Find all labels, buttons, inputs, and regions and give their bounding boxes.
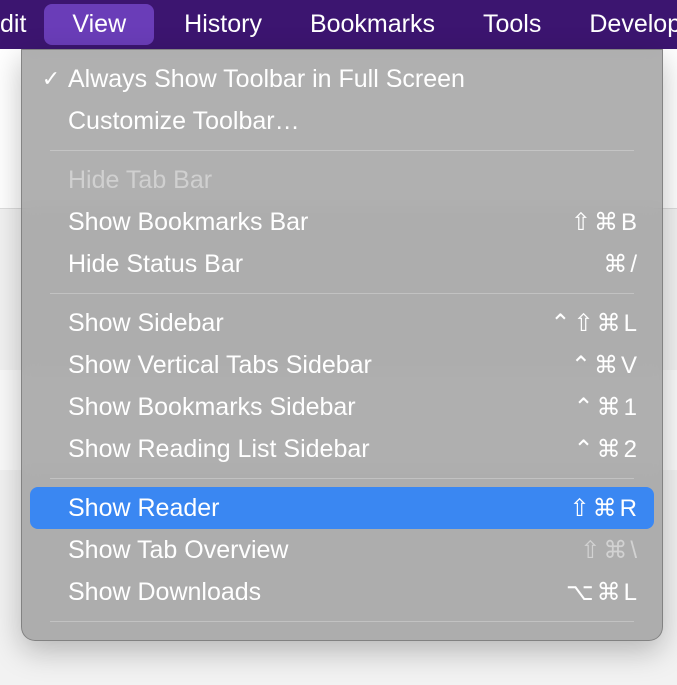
menu-item-label: Always Show Toolbar in Full Screen [68, 65, 640, 94]
menu-item-shortcut: ⌃⌘1 [574, 393, 640, 422]
menubar-item-history[interactable]: History [160, 0, 286, 49]
menu-item-label: Show Bookmarks Sidebar [68, 393, 574, 422]
menu-item-show-reading-list-sidebar[interactable]: Show Reading List Sidebar ⌃⌘2 [30, 428, 654, 470]
menu-item-shortcut: ⌃⇧⌘L [550, 309, 640, 338]
menu-item-shortcut: ⌃⌘V [571, 351, 640, 380]
menu-separator [50, 150, 634, 151]
menu-item-show-tab-overview[interactable]: Show Tab Overview ⇧⌘\ [30, 529, 654, 571]
menu-item-show-bookmarks-sidebar[interactable]: Show Bookmarks Sidebar ⌃⌘1 [30, 386, 654, 428]
menu-item-shortcut: ⇧⌘R [570, 494, 640, 523]
menu-separator [50, 621, 634, 622]
menubar: dit View History Bookmarks Tools Develop [0, 0, 677, 49]
menu-item-label: Show Reading List Sidebar [68, 435, 574, 464]
menubar-item-bookmarks[interactable]: Bookmarks [286, 0, 459, 49]
menu-item-label: Hide Tab Bar [68, 166, 640, 195]
menu-item-shortcut: ⌥⌘L [566, 578, 640, 607]
menu-item-label: Show Tab Overview [68, 536, 580, 565]
menu-item-hide-tab-bar: Hide Tab Bar [30, 159, 654, 201]
menu-item-show-reader[interactable]: Show Reader ⇧⌘R [30, 487, 654, 529]
menu-item-label: Hide Status Bar [68, 250, 603, 279]
menu-item-show-downloads[interactable]: Show Downloads ⌥⌘L [30, 571, 654, 613]
menu-item-show-vertical-tabs-sidebar[interactable]: Show Vertical Tabs Sidebar ⌃⌘V [30, 344, 654, 386]
menu-item-show-bookmarks-bar[interactable]: Show Bookmarks Bar ⇧⌘B [30, 201, 654, 243]
menu-item-shortcut: ⇧⌘B [571, 208, 640, 237]
menu-item-label: Show Downloads [68, 578, 566, 607]
menu-item-shortcut: ⌘/ [603, 250, 640, 279]
menu-item-shortcut: ⇧⌘\ [580, 536, 640, 565]
menu-item-show-sidebar[interactable]: Show Sidebar ⌃⇧⌘L [30, 302, 654, 344]
menubar-item-edit-partial[interactable]: dit [0, 0, 38, 49]
menu-item-label: Show Vertical Tabs Sidebar [68, 351, 571, 380]
menu-item-label: Show Bookmarks Bar [68, 208, 571, 237]
menubar-item-tools[interactable]: Tools [459, 0, 565, 49]
menu-item-customize-toolbar[interactable]: Customize Toolbar… [30, 100, 654, 142]
menubar-item-develop-partial[interactable]: Develop [565, 0, 677, 49]
menu-item-label: Show Sidebar [68, 309, 550, 338]
menu-item-hide-status-bar[interactable]: Hide Status Bar ⌘/ [30, 243, 654, 285]
checkmark-icon: ✓ [34, 66, 68, 92]
menu-separator [50, 478, 634, 479]
menu-item-label: Show Reader [68, 494, 570, 523]
menu-item-always-show-toolbar[interactable]: ✓ Always Show Toolbar in Full Screen [30, 58, 654, 100]
menu-item-shortcut: ⌃⌘2 [574, 435, 640, 464]
menubar-item-view[interactable]: View [44, 4, 154, 45]
menu-separator [50, 293, 634, 294]
menu-item-label: Customize Toolbar… [68, 107, 640, 136]
view-menu-dropdown: ✓ Always Show Toolbar in Full Screen Cus… [21, 49, 663, 641]
